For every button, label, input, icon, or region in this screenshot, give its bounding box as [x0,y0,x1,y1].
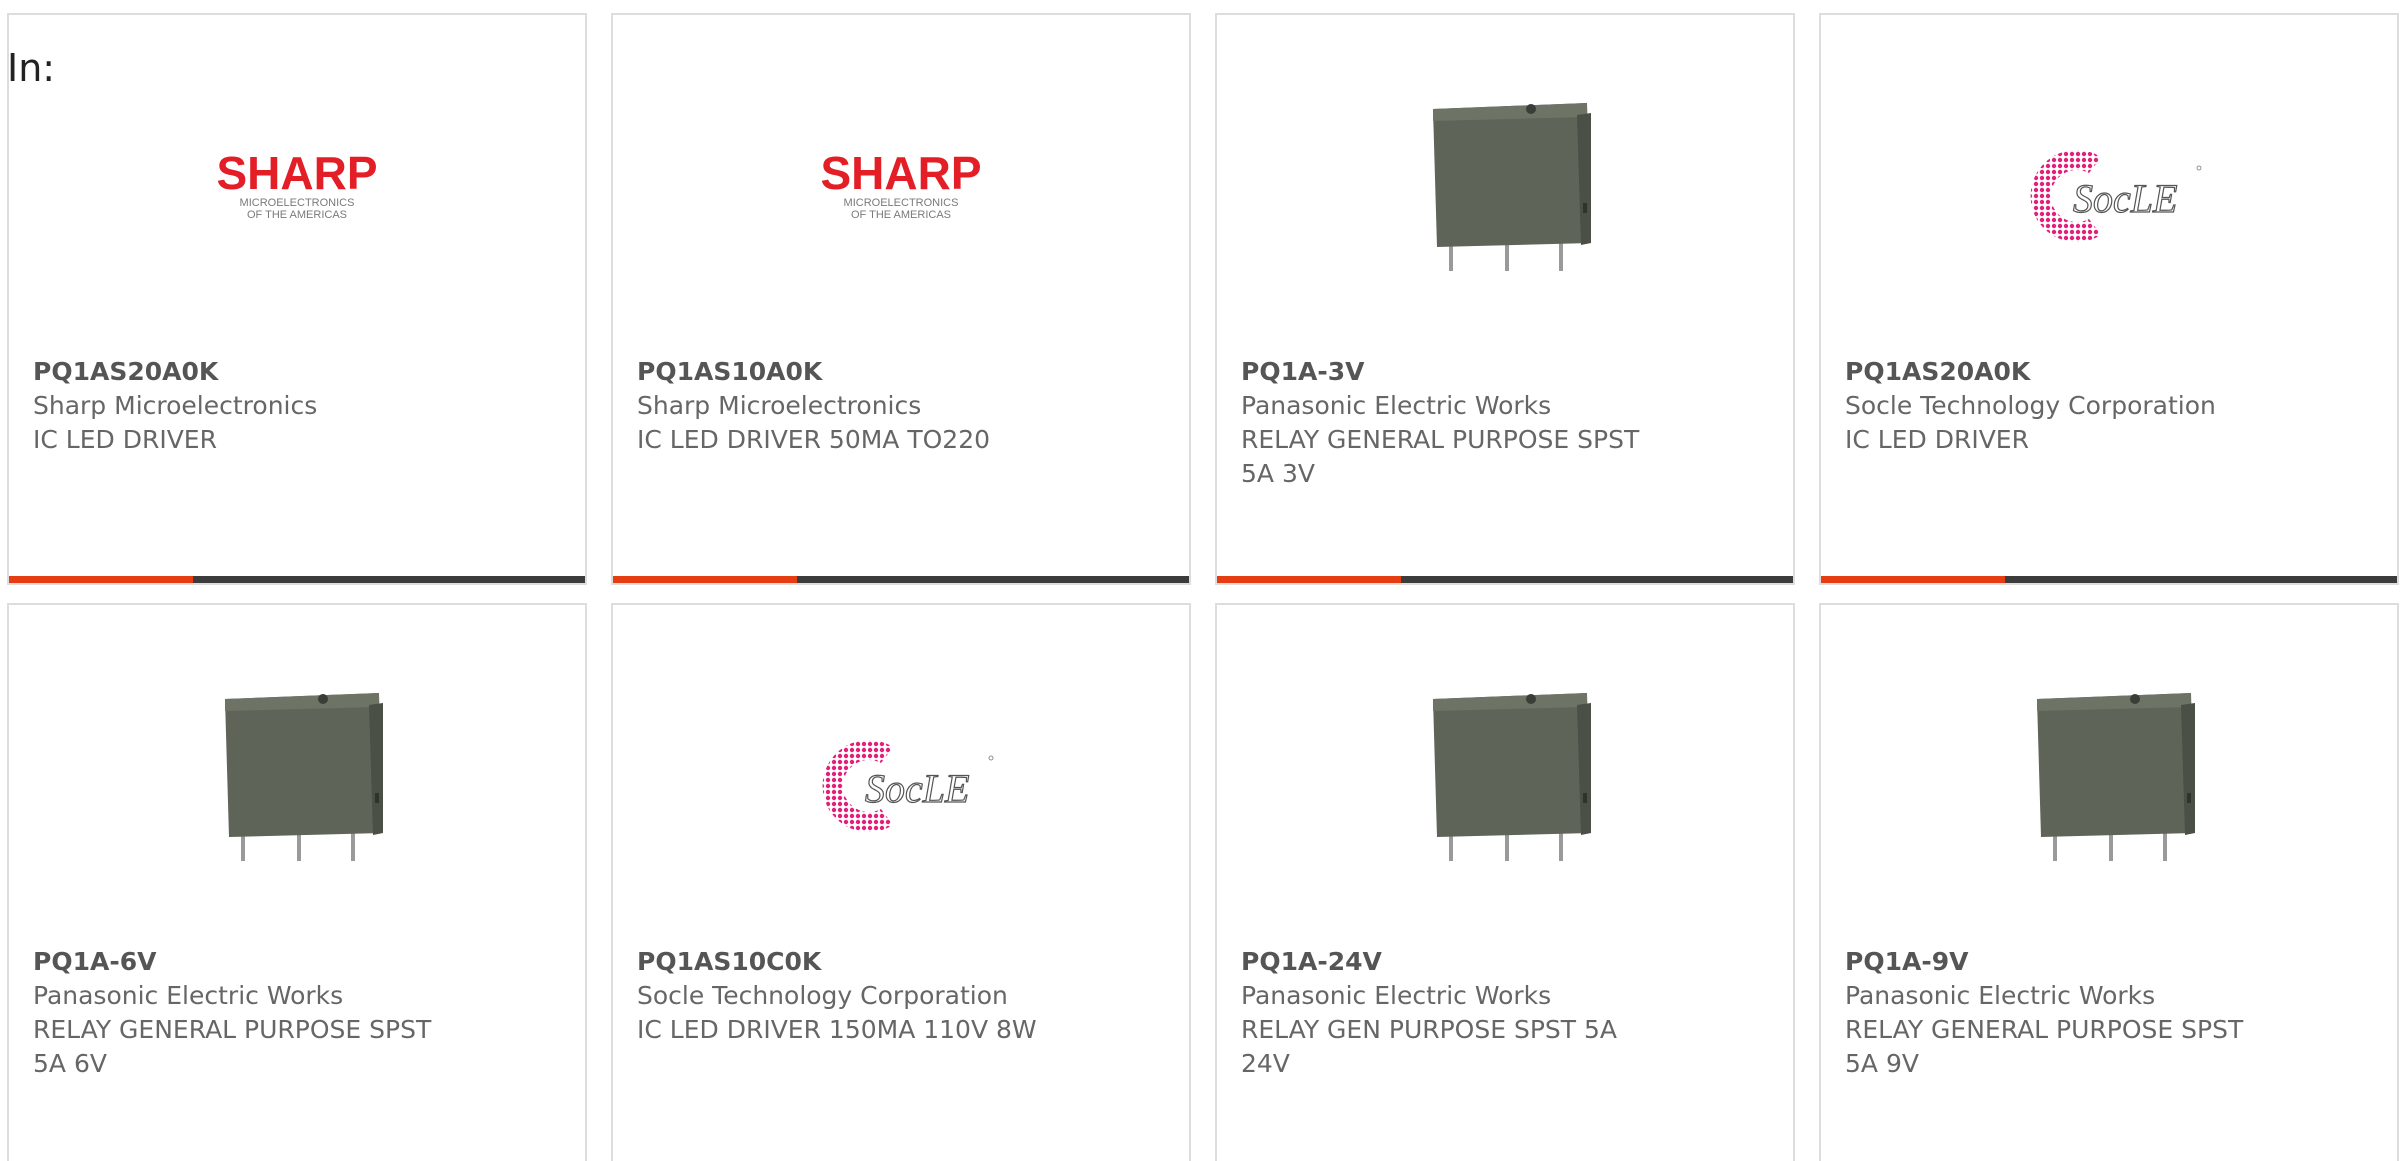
description: IC LED DRIVER 150MA 110V 8W [637,1015,1037,1044]
part-number[interactable]: PQ1AS10A0K [637,355,1157,389]
product-info: PQ1AS10A0K Sharp Microelectronics IC LED… [637,355,1157,457]
description: RELAY GENERAL PURPOSE SPST [1845,1015,2244,1044]
product-card[interactable]: SocLE PQ1AS10C0K Socle Technology Corpor… [611,603,1191,1161]
product-info: PQ1AS20A0K Socle Technology Corporation … [1845,355,2365,457]
product-info: PQ1A-3V Panasonic Electric Works RELAY G… [1241,355,1761,491]
part-number[interactable]: PQ1AS20A0K [1845,355,2365,389]
svg-text:SHARP: SHARP [820,147,981,199]
description: IC LED DRIVER [33,425,217,454]
svg-text:OF THE AMERICAS: OF THE AMERICAS [247,209,347,221]
card-bar [1217,576,1793,583]
svg-text:MICROELECTRONICS: MICROELECTRONICS [844,197,959,209]
manufacturer: Socle Technology Corporation [1845,391,2216,420]
relay-photo [197,675,397,885]
product-image-area[interactable]: SocLE [613,605,1189,915]
description-cont: 5A 6V [33,1049,107,1078]
card-bar-accent [613,576,798,583]
card-bar-accent [1217,576,1402,583]
svg-text:MICROELECTRONICS: MICROELECTRONICS [240,197,355,209]
product-image-area[interactable] [1217,605,1793,915]
manufacturer: Panasonic Electric Works [1241,981,1552,1010]
description: RELAY GENERAL PURPOSE SPST [33,1015,432,1044]
svg-text:SocLE: SocLE [2073,176,2177,221]
description: IC LED DRIVER 50MA TO220 [637,425,991,454]
part-number[interactable]: PQ1A-9V [1845,945,2365,979]
product-info: PQ1AS10C0K Socle Technology Corporation … [637,945,1157,1047]
part-number[interactable]: PQ1A-24V [1241,945,1761,979]
description-cont: 5A 3V [1241,459,1315,488]
product-grid-page: In: SHARP MICROELECTRONICS OF THE AMERIC… [0,0,2400,1161]
part-number[interactable]: PQ1AS20A0K [33,355,553,389]
product-info: PQ1A-24V Panasonic Electric Works RELAY … [1241,945,1761,1081]
description-cont: 24V [1241,1049,1290,1078]
product-card[interactable]: PQ1A-6V Panasonic Electric Works RELAY G… [7,603,587,1161]
manufacturer: Socle Technology Corporation [637,981,1008,1010]
sharp-logo: SHARP MICROELECTRONICS OF THE AMERICAS [801,85,1001,295]
product-image-area[interactable]: SocLE [1821,15,2397,325]
sharp-logo: SHARP MICROELECTRONICS OF THE AMERICAS [197,85,397,295]
product-image-area[interactable]: SHARP MICROELECTRONICS OF THE AMERICAS [9,15,585,325]
product-card[interactable]: SHARP MICROELECTRONICS OF THE AMERICAS P… [611,13,1191,585]
product-info: PQ1AS20A0K Sharp Microelectronics IC LED… [33,355,553,457]
product-image-area[interactable] [1821,605,2397,915]
socle-logo: SocLE [2009,85,2209,295]
svg-text:SocLE: SocLE [865,766,969,811]
description: IC LED DRIVER [1845,425,2029,454]
card-bar-accent [1821,576,2006,583]
manufacturer: Sharp Microelectronics [637,391,922,420]
svg-text:SHARP: SHARP [216,147,377,199]
description: RELAY GENERAL PURPOSE SPST [1241,425,1640,454]
part-number[interactable]: PQ1A-6V [33,945,553,979]
in-label: In: [7,46,56,90]
product-card[interactable]: SHARP MICROELECTRONICS OF THE AMERICAS P… [7,13,587,585]
product-image-area[interactable] [1217,15,1793,325]
socle-logo: SocLE [801,675,1001,885]
manufacturer: Panasonic Electric Works [33,981,344,1010]
product-card[interactable]: PQ1A-9V Panasonic Electric Works RELAY G… [1819,603,2399,1161]
part-number[interactable]: PQ1AS10C0K [637,945,1157,979]
relay-photo [1405,85,1605,295]
description-cont: 5A 9V [1845,1049,1919,1078]
part-number[interactable]: PQ1A-3V [1241,355,1761,389]
manufacturer: Panasonic Electric Works [1845,981,2156,1010]
product-card[interactable]: PQ1A-24V Panasonic Electric Works RELAY … [1215,603,1795,1161]
svg-text:OF THE AMERICAS: OF THE AMERICAS [851,209,951,221]
relay-photo [1405,675,1605,885]
product-image-area[interactable] [9,605,585,915]
card-bar [613,576,1189,583]
product-card[interactable]: SocLE PQ1AS20A0K Socle Technology Corpor… [1819,13,2399,585]
card-bar [1821,576,2397,583]
card-bar [9,576,585,583]
product-info: PQ1A-6V Panasonic Electric Works RELAY G… [33,945,553,1081]
product-image-area[interactable]: SHARP MICROELECTRONICS OF THE AMERICAS [613,15,1189,325]
description: RELAY GEN PURPOSE SPST 5A [1241,1015,1618,1044]
product-card[interactable]: PQ1A-3V Panasonic Electric Works RELAY G… [1215,13,1795,585]
product-info: PQ1A-9V Panasonic Electric Works RELAY G… [1845,945,2365,1081]
manufacturer: Sharp Microelectronics [33,391,318,420]
manufacturer: Panasonic Electric Works [1241,391,1552,420]
relay-photo [2009,675,2209,885]
card-bar-accent [9,576,194,583]
